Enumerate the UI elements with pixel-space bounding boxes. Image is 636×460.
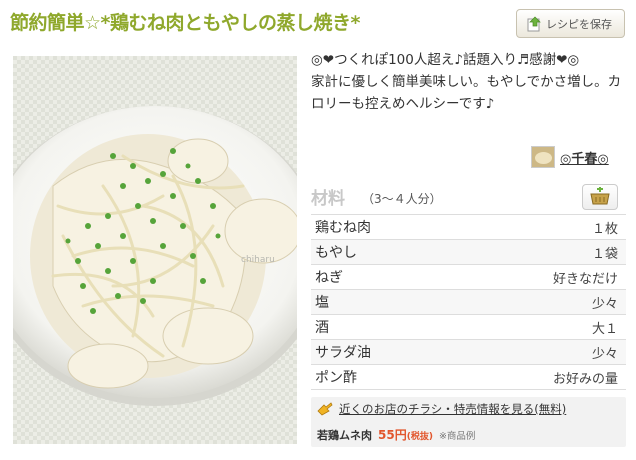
store-flyer-link[interactable]: 近くのお店のチラシ・特売情報を見る(無料) bbox=[317, 401, 566, 417]
promo-price-group: 55円(税抜) bbox=[378, 426, 433, 443]
add-to-shopping-list-button[interactable] bbox=[582, 184, 618, 210]
author-avatar[interactable] bbox=[531, 146, 555, 168]
ingredient-amount: 大１ bbox=[591, 321, 618, 337]
description-text: ◎❤つくれぽ100人超え♪話題入り♬感謝❤◎ 家計に優しく簡単美味しい。もやしで… bbox=[311, 52, 622, 112]
ingredient-amount: １袋 bbox=[591, 246, 618, 262]
ingredient-row: 鶏むね肉 １枚 bbox=[311, 215, 626, 240]
ingredient-row: ポン酢 お好みの量 bbox=[311, 365, 626, 390]
ingredient-amount: １枚 bbox=[591, 221, 618, 237]
photo-watermark: chiharu bbox=[241, 255, 275, 265]
ingredient-name: ポン酢 bbox=[315, 370, 357, 386]
save-icon bbox=[526, 16, 542, 32]
promo-item-name: 若鶏ムネ肉 bbox=[317, 429, 372, 442]
ingredient-row: サラダ油 少々 bbox=[311, 340, 626, 365]
author-link[interactable]: ◎千春◎ bbox=[531, 145, 609, 169]
recipe-title: 節約簡単☆*鶏むね肉ともやしの蒸し焼き* bbox=[10, 12, 360, 34]
ingredient-amount: 少々 bbox=[591, 346, 618, 362]
add-to-cart-icon bbox=[590, 187, 610, 205]
ingredient-amount: 少々 bbox=[591, 296, 618, 312]
recipe-photo: chiharu bbox=[13, 56, 297, 444]
ingredient-name: ねぎ bbox=[315, 270, 343, 286]
ingredients-list: 鶏むね肉 １枚 もやし １袋 ねぎ 好きなだけ 塩 少々 酒 大１ サラダ油 少… bbox=[311, 215, 626, 390]
ingredient-name: 塩 bbox=[315, 295, 329, 311]
ingredient-amount: 好きなだけ bbox=[552, 271, 618, 287]
ingredients-title: 材料 bbox=[311, 189, 345, 209]
ingredient-row: 酒 大１ bbox=[311, 315, 626, 340]
ingredient-row: ねぎ 好きなだけ bbox=[311, 265, 626, 290]
promo-example-note: ※商品例 bbox=[438, 431, 476, 442]
ingredients-servings: （3〜４人分） bbox=[362, 192, 442, 206]
save-recipe-button[interactable]: レシピを保存 bbox=[516, 9, 625, 38]
store-promo-box: 近くのお店のチラシ・特売情報を見る(無料) 若鶏ムネ肉 55円(税抜) ※商品例 bbox=[311, 397, 626, 447]
ingredient-row: もやし １袋 bbox=[311, 240, 626, 265]
promo-item: 若鶏ムネ肉 55円(税抜) ※商品例 bbox=[317, 426, 475, 443]
ingredient-name: 鶏むね肉 bbox=[315, 220, 371, 236]
hand-pointer-icon bbox=[317, 402, 333, 416]
promo-item-price: 55円 bbox=[378, 428, 407, 442]
ingredient-name: 酒 bbox=[315, 320, 329, 336]
ingredient-amount: お好みの量 bbox=[552, 371, 618, 387]
promo-tax-note: (税抜) bbox=[406, 432, 433, 442]
ingredients-header: 材料 （3〜４人分） bbox=[311, 181, 626, 215]
author-name[interactable]: ◎千春◎ bbox=[560, 148, 609, 167]
recipe-description: ◎❤つくれぽ100人超え♪話題入り♬感謝❤◎ 家計に優しく簡単美味しい。もやしで… bbox=[311, 49, 626, 115]
ingredient-name: サラダ油 bbox=[315, 345, 371, 361]
save-recipe-label: レシピを保存 bbox=[546, 17, 612, 31]
ingredient-row: 塩 少々 bbox=[311, 290, 626, 315]
store-flyer-link-text[interactable]: 近くのお店のチラシ・特売情報を見る(無料) bbox=[339, 401, 566, 417]
ingredient-name: もやし bbox=[315, 245, 357, 261]
